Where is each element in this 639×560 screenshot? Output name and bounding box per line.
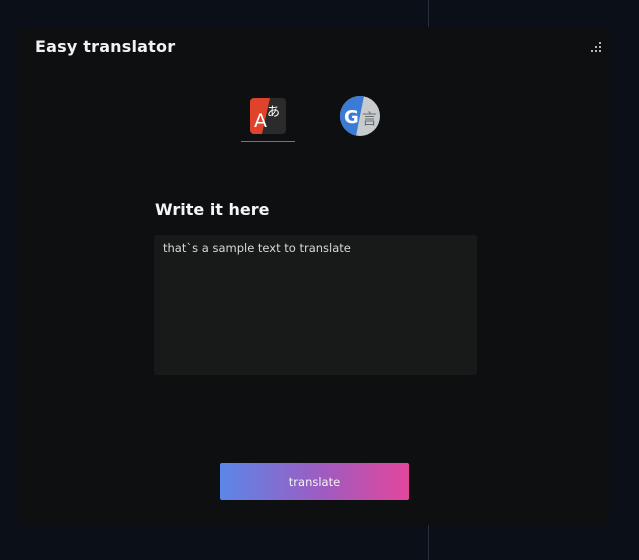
translate-button[interactable]: translate: [220, 463, 409, 500]
app-title: Easy translator: [35, 37, 176, 56]
source-text-input[interactable]: that`s a sample text to translate: [154, 235, 477, 375]
svg-text:A: A: [254, 110, 267, 132]
editor-heading: Write it here: [155, 200, 270, 219]
google-translate-icon: G 言: [340, 96, 380, 136]
tab-translate-service[interactable]: A あ: [241, 91, 295, 142]
tab-google-translate-service[interactable]: G 言: [333, 91, 387, 141]
svg-text:G: G: [344, 107, 359, 128]
svg-text:あ: あ: [267, 105, 280, 120]
translator-panel: Easy translator A あ G 言 Write it here th…: [17, 27, 609, 525]
svg-text:言: 言: [362, 110, 377, 128]
resize-grip-icon[interactable]: [589, 42, 601, 52]
translate-app-icon: A あ: [250, 98, 286, 134]
